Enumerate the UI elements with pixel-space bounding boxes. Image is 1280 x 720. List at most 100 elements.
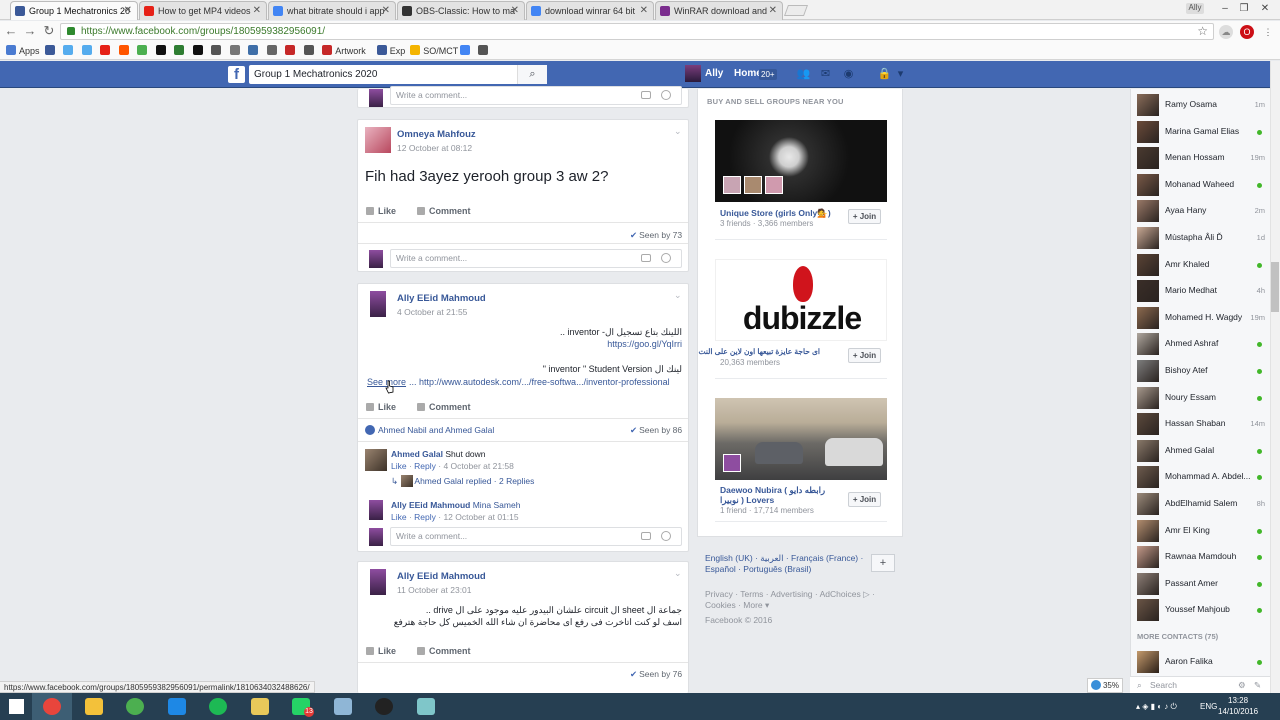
chat-contact[interactable]: Ahmed Ashraf (1137, 331, 1267, 357)
chat-contact[interactable]: AbdElhamid Salem 8h (1137, 491, 1267, 517)
browser-tab[interactable]: Group 1 Mechatronics 20 ✕ (10, 1, 138, 20)
search-icon[interactable]: ⌕ (517, 65, 547, 84)
comment-text[interactable]: Mina Sameh (473, 500, 521, 510)
chat-contact[interactable]: Amr El King (1137, 518, 1267, 544)
footer-links[interactable]: Privacy · Terms · Advertising · AdChoice… (705, 589, 895, 611)
comment-button[interactable]: Comment (417, 206, 471, 216)
bookmark-item[interactable] (248, 45, 261, 57)
bookmark-item[interactable] (285, 45, 298, 57)
chat-contact[interactable]: Noury Essam (1137, 385, 1267, 411)
app-icon[interactable] (406, 693, 446, 720)
bookmark-item[interactable] (266, 45, 280, 57)
bookmark-item[interactable] (81, 45, 95, 57)
close-tab-icon[interactable]: ✕ (511, 2, 519, 20)
emoji-icon[interactable] (661, 531, 671, 541)
chat-contact[interactable]: Mùstapha Âli Ď 1d (1137, 225, 1267, 251)
chat-contact[interactable]: Amr Khaled (1137, 252, 1267, 278)
post-options-chevron-icon[interactable]: ⌄ (674, 568, 682, 579)
emoji-icon[interactable] (661, 253, 671, 263)
bookmark-item[interactable] (118, 45, 132, 57)
like-button[interactable]: Like (366, 402, 396, 412)
language-indicator[interactable]: ENG (1200, 702, 1217, 711)
camera-icon[interactable] (641, 254, 651, 262)
comment-input[interactable]: Write a comment... (390, 249, 682, 268)
privacy-shortcuts-icon[interactable]: 🔒 (877, 67, 892, 81)
post-author[interactable]: Ally EEid Mahmoud (397, 293, 486, 304)
group-name[interactable]: اى حاجة عايزة تبيعها اون لاين على النت (698, 347, 820, 356)
browser-tab[interactable]: OBS-Classic: How to ma ✕ (397, 1, 525, 20)
post-time[interactable]: 4 October at 21:55 (397, 307, 467, 317)
commenter-avatar[interactable] (365, 449, 387, 471)
post-options-chevron-icon[interactable]: ⌄ (674, 290, 682, 301)
chat-contact[interactable]: Youssef Mahjoub (1137, 597, 1267, 623)
author-avatar[interactable] (365, 127, 391, 153)
reload-icon[interactable]: ↻ (42, 24, 56, 38)
group-cover-image[interactable] (715, 120, 887, 202)
menu-icon[interactable]: ⋮ (1261, 25, 1275, 39)
bookmark-item[interactable]: Exp (376, 45, 405, 57)
whatsapp-icon[interactable]: 13 (281, 693, 321, 720)
likers-summary[interactable]: Ahmed Nabil and Ahmed Galal (365, 425, 494, 435)
forward-icon[interactable]: → (23, 24, 37, 38)
utorrent-icon[interactable] (115, 693, 155, 720)
close-tab-icon[interactable]: ✕ (253, 2, 261, 20)
group-cover-image[interactable]: dubizzle (715, 259, 887, 341)
comment-like-link[interactable]: Like (391, 512, 407, 522)
new-message-icon[interactable]: ✎ (1254, 677, 1261, 693)
bookmark-item[interactable]: SO/MCT (410, 45, 458, 57)
comment-reply-link[interactable]: Reply (414, 461, 436, 471)
extension-icon[interactable]: ☁ (1219, 25, 1233, 39)
bookmark-star-icon[interactable]: ☆ (1197, 24, 1208, 39)
chat-contact[interactable]: Rawnaa Mamdouh (1137, 544, 1267, 570)
add-language-button[interactable]: + (871, 554, 895, 572)
comment-input[interactable]: Write a comment... (390, 527, 682, 546)
browser-tab[interactable]: what bitrate should i app ✕ (268, 1, 396, 20)
user-name-link[interactable]: Ally (705, 68, 723, 79)
chat-contact[interactable]: Ayaa Hany 2m (1137, 198, 1267, 224)
chat-contact[interactable]: Marina Gamal Elias (1137, 119, 1267, 145)
comment-button[interactable]: Comment (417, 402, 471, 412)
commenter-avatar[interactable] (369, 500, 383, 520)
seen-count[interactable]: ✔ Seen by 86 (630, 425, 682, 436)
folder-icon[interactable] (240, 693, 280, 720)
replies-link[interactable]: ↳ Ahmed Galal replied · 2 Replies (391, 475, 534, 487)
bookmark-item[interactable] (63, 45, 76, 57)
chat-contact[interactable]: Ramy Osama 1m (1137, 92, 1267, 118)
scrollbar-thumb[interactable] (1271, 262, 1279, 312)
account-menu-icon[interactable]: ▾ (893, 67, 908, 81)
like-button[interactable]: Like (366, 206, 396, 216)
notepad-icon[interactable] (323, 693, 363, 720)
close-window-icon[interactable]: ✕ (1257, 2, 1273, 16)
notifications-icon[interactable]: ◉ (841, 67, 856, 81)
browser-tab[interactable]: WinRAR download and ✕ (655, 1, 783, 20)
post-author[interactable]: Ally EEid Mahmoud (397, 571, 486, 582)
facebook-search-input[interactable]: Group 1 Mechatronics 2020 ⌕ (249, 65, 547, 84)
post-link[interactable]: https://goo.gl/YqIrri (372, 339, 682, 349)
close-tab-icon[interactable]: ✕ (382, 2, 390, 20)
page-scrollbar[interactable] (1270, 61, 1280, 693)
file-explorer-icon[interactable] (74, 693, 114, 720)
commenter-name[interactable]: Ally EEid Mahmoud (391, 500, 470, 510)
like-button[interactable]: Like (366, 646, 396, 656)
close-tab-icon[interactable]: ✕ (124, 2, 132, 20)
bookmark-item[interactable] (303, 45, 317, 57)
bookmark-item[interactable]: Artwork (322, 45, 366, 57)
spotify-icon[interactable] (198, 693, 238, 720)
join-group-button[interactable]: + Join (848, 209, 881, 224)
commenter-name[interactable]: Ahmed Galal (391, 449, 443, 459)
minimize-icon[interactable]: – (1217, 2, 1233, 16)
messages-icon[interactable]: ✉ (818, 67, 833, 81)
chat-settings-gear-icon[interactable]: ⚙ (1238, 677, 1246, 693)
bookmark-item[interactable] (44, 45, 58, 57)
back-icon[interactable]: ← (4, 24, 18, 38)
maximize-icon[interactable]: ❐ (1236, 2, 1252, 16)
bookmark-item[interactable] (192, 45, 206, 57)
author-avatar[interactable] (370, 569, 386, 595)
close-tab-icon[interactable]: ✕ (769, 2, 777, 20)
comment-button[interactable]: Comment (417, 646, 471, 656)
post-options-chevron-icon[interactable]: ⌄ (674, 126, 682, 137)
camera-icon[interactable] (641, 91, 651, 99)
close-tab-icon[interactable]: ✕ (640, 2, 648, 20)
group-name[interactable]: Daewoo Nubira ( رابطه دايو نوبيرا ) Love… (720, 485, 840, 505)
chat-contact[interactable]: Passant Amer (1137, 571, 1267, 597)
